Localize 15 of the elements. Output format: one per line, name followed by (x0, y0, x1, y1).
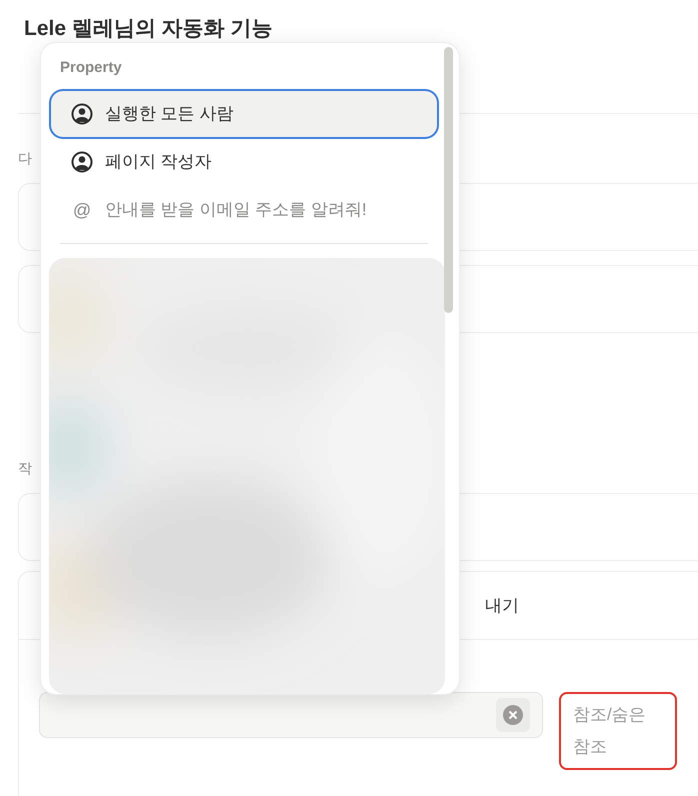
clear-icon (503, 705, 523, 725)
person-icon (71, 151, 93, 173)
page-title: Lele 렐레님의 자동화 기능 (24, 18, 273, 40)
property-option[interactable]: 페이지 작성자 (51, 139, 437, 185)
scrollbar[interactable] (444, 47, 453, 313)
person-icon (71, 103, 93, 125)
at-icon: @ (71, 196, 93, 224)
clear-button[interactable] (496, 698, 530, 732)
recipient-field[interactable] (39, 692, 543, 738)
property-option[interactable]: 실행한 모든 사람 (51, 91, 437, 137)
property-option[interactable]: @ 안내를 받을 이메일 주소를 알려줘! (51, 187, 437, 233)
section-label: 다 (18, 149, 32, 168)
popup-heading: Property (59, 58, 123, 78)
send-label: 내기 (485, 594, 519, 617)
section-label: 작 (18, 459, 32, 478)
